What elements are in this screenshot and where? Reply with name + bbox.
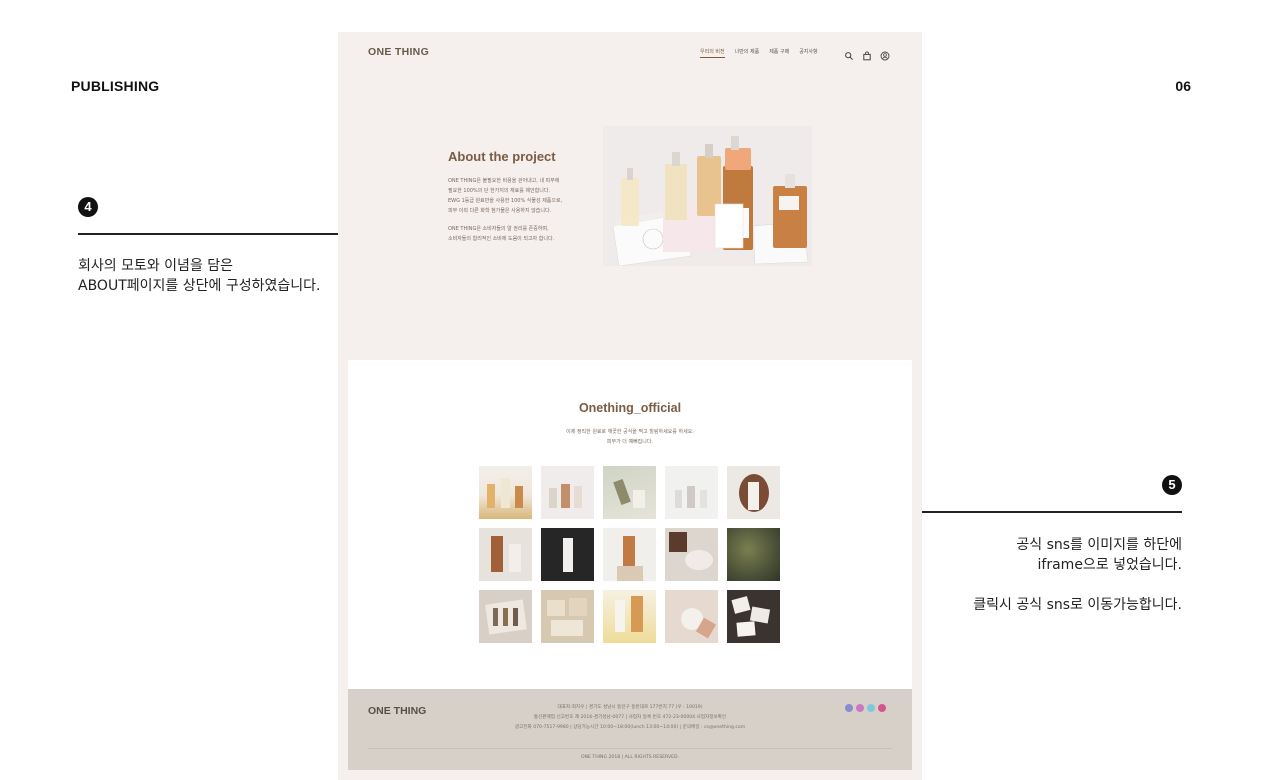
nav-item-products[interactable]: 나만의 제품 — [735, 48, 760, 58]
instagram-subtitle-line: 피부가 더 예뻐집니다. — [606, 439, 654, 445]
youtube-icon[interactable] — [878, 704, 886, 712]
product-photo — [603, 126, 812, 266]
site-logo[interactable]: ONE THING — [368, 46, 429, 58]
footer-info-line: 통신판매업 신고번호 제 2016-경기성남-0077 | 사업자 등록 번호 … — [533, 715, 727, 720]
about-paragraph-1: ONE THING은 불필요한 비용을 걷어내고, 내 피부에 필요한 100%… — [448, 176, 562, 216]
annotation-line — [973, 575, 1182, 595]
annotation-badge-5: 5 — [1162, 475, 1182, 495]
instagram-title[interactable]: Onething_official — [348, 401, 912, 415]
annotation-line: ABOUT페이지를 상단에 구성하였습니다. — [78, 278, 321, 294]
instagram-photo[interactable] — [665, 466, 718, 519]
instagram-photo[interactable] — [479, 466, 532, 519]
user-icon[interactable] — [880, 46, 890, 61]
instagram-photo[interactable] — [727, 528, 780, 581]
instagram-photo[interactable] — [541, 466, 594, 519]
instagram-photo[interactable] — [665, 590, 718, 643]
annotation-rule-5 — [922, 511, 1182, 513]
instagram-grid — [479, 466, 780, 643]
main-nav: 우리의 비전 나만의 제품 제품 구매 공지사항 — [700, 48, 818, 58]
instagram-section: Onething_official 이제 정직한 원료로 깨끗한 공식을 찍고 … — [348, 360, 912, 690]
instagram-photo[interactable] — [665, 528, 718, 581]
footer-info-line: 광고전화 070-7517-9980 | 상담가능시간 10:00~18:00(… — [514, 725, 746, 730]
instagram-photo[interactable] — [727, 466, 780, 519]
nav-item-notice[interactable]: 공지사항 — [799, 48, 817, 58]
annotation-line: iframe으로 넣었습니다. — [1037, 557, 1182, 573]
about-line: ONE THING은 소비자들의 알 권리를 존중하며, — [448, 226, 549, 232]
annotation-line: 공식 sns를 이미지를 하단에 — [1016, 537, 1182, 553]
about-line: 필요한 100%의 단 한가지의 재료를 제안합니다. — [448, 188, 551, 194]
annotation-line: 클릭시 공식 sns로 이동가능합니다. — [973, 597, 1182, 613]
facebook-icon[interactable] — [845, 704, 853, 712]
nav-item-vision[interactable]: 우리의 비전 — [700, 48, 725, 58]
footer-company-info: 대표자:최지우 | 경기도 성남시 동안구 동탄대로 177번지 77 (우 :… — [478, 703, 782, 733]
instagram-photo[interactable] — [603, 466, 656, 519]
page-number: 06 — [1175, 78, 1191, 94]
nav-icons — [844, 46, 890, 61]
instagram-photo[interactable] — [541, 528, 594, 581]
footer-info-line: 대표자:최지우 | 경기도 성남시 동안구 동탄대로 177번지 77 (우 :… — [557, 705, 703, 710]
instagram-subtitle: 이제 정직한 원료로 깨끗한 공식을 찍고 힐링하세요를 하세요. 피부가 더 … — [348, 427, 912, 447]
annotation-line: 회사의 모토와 이념을 담은 — [78, 258, 234, 274]
footer-sns-icons — [845, 704, 886, 712]
instagram-photo[interactable] — [479, 590, 532, 643]
twitter-icon[interactable] — [867, 704, 875, 712]
annotation-rule-4 — [78, 233, 338, 235]
site-footer: ONE THING 대표자:최지우 | 경기도 성남시 동안구 동탄대로 177… — [348, 689, 912, 770]
instagram-photo[interactable] — [603, 590, 656, 643]
about-paragraph-2: ONE THING은 소비자들의 알 권리를 존중하며, 소비자들의 합리적인 … — [448, 224, 554, 244]
instagram-icon[interactable] — [856, 704, 864, 712]
instagram-subtitle-line: 이제 정직한 원료로 깨끗한 공식을 찍고 힐링하세요를 하세요. — [566, 429, 694, 435]
website-mockup: ONE THING 우리의 비전 나만의 제품 제품 구매 공지사항 About… — [338, 32, 922, 780]
about-line: EWG 1등급 원료만을 사용한 100% 식물성 제품으로, — [448, 198, 563, 204]
about-line: 피부 이외 다른 화학 첨가물은 사용하지 않습니다. — [448, 208, 552, 214]
nav-item-shop[interactable]: 제품 구매 — [769, 48, 789, 58]
about-title: About the project — [448, 149, 556, 164]
instagram-photo[interactable] — [603, 528, 656, 581]
instagram-photo[interactable] — [727, 590, 780, 643]
annotation-text-5: 공식 sns를 이미지를 하단에 iframe으로 넣었습니다. 클릭시 공식 … — [973, 535, 1182, 615]
instagram-photo[interactable] — [479, 528, 532, 581]
footer-logo[interactable]: ONE THING — [368, 705, 426, 717]
footer-divider — [368, 748, 892, 749]
instagram-photo[interactable] — [541, 590, 594, 643]
about-line: 소비자들의 합리적인 소비에 도움이 되고자 합니다. — [448, 236, 555, 242]
section-label: PUBLISHING — [71, 78, 160, 94]
bag-icon[interactable] — [862, 46, 872, 61]
annotation-badge-4: 4 — [78, 197, 98, 217]
footer-copyright: ONE THING 2018 | ALL RIGHTS RESERVED. — [580, 755, 679, 760]
search-icon[interactable] — [844, 46, 854, 60]
annotation-text-4: 회사의 모토와 이념을 담은 ABOUT페이지를 상단에 구성하였습니다. — [78, 256, 320, 296]
about-line: ONE THING은 불필요한 비용을 걷어내고, 내 피부에 — [448, 178, 560, 184]
